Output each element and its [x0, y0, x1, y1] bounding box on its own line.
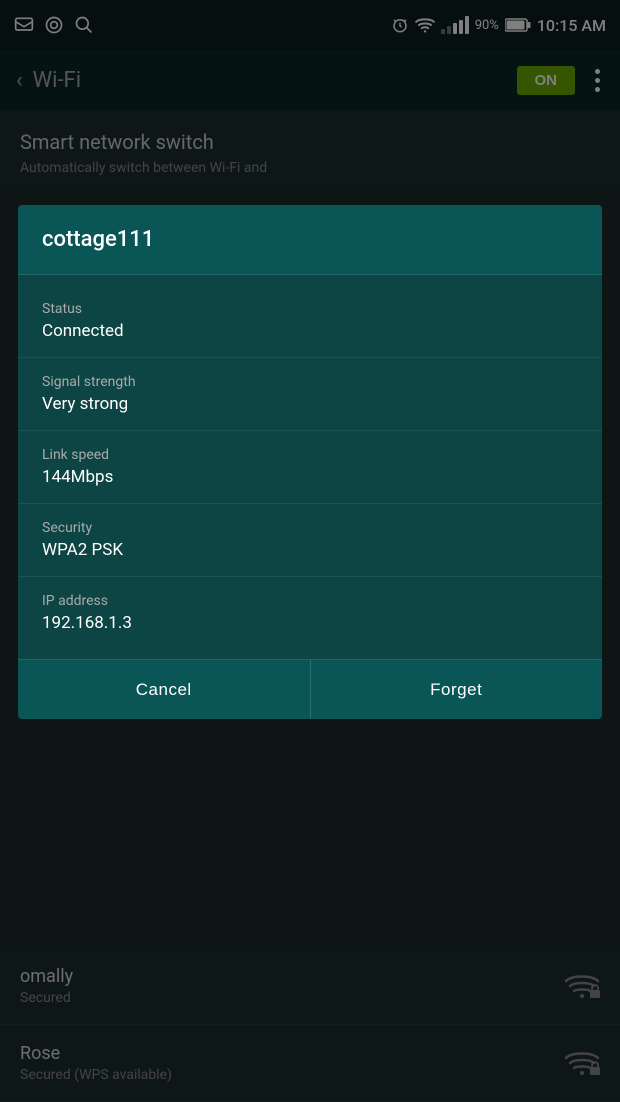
ip-label: IP address: [42, 593, 578, 609]
status-row: Status Connected: [18, 285, 602, 357]
cancel-button[interactable]: Cancel: [18, 660, 311, 719]
security-label: Security: [42, 520, 578, 536]
wifi-detail-dialog: cottage111 Status Connected Signal stren…: [18, 205, 602, 719]
dialog-actions: Cancel Forget: [18, 659, 602, 719]
ip-row: IP address 192.168.1.3: [18, 577, 602, 649]
forget-button[interactable]: Forget: [311, 660, 603, 719]
security-row: Security WPA2 PSK: [18, 504, 602, 576]
security-value: WPA2 PSK: [42, 540, 578, 560]
link-speed-row: Link speed 144Mbps: [18, 431, 602, 503]
link-speed-label: Link speed: [42, 447, 578, 463]
dialog-body: Status Connected Signal strength Very st…: [18, 275, 602, 659]
ip-value: 192.168.1.3: [42, 613, 578, 633]
dialog-network-name: cottage111: [18, 205, 602, 275]
link-speed-value: 144Mbps: [42, 467, 578, 487]
signal-row: Signal strength Very strong: [18, 358, 602, 430]
signal-label: Signal strength: [42, 374, 578, 390]
status-value: Connected: [42, 321, 578, 341]
signal-value: Very strong: [42, 394, 578, 414]
status-label: Status: [42, 301, 578, 317]
